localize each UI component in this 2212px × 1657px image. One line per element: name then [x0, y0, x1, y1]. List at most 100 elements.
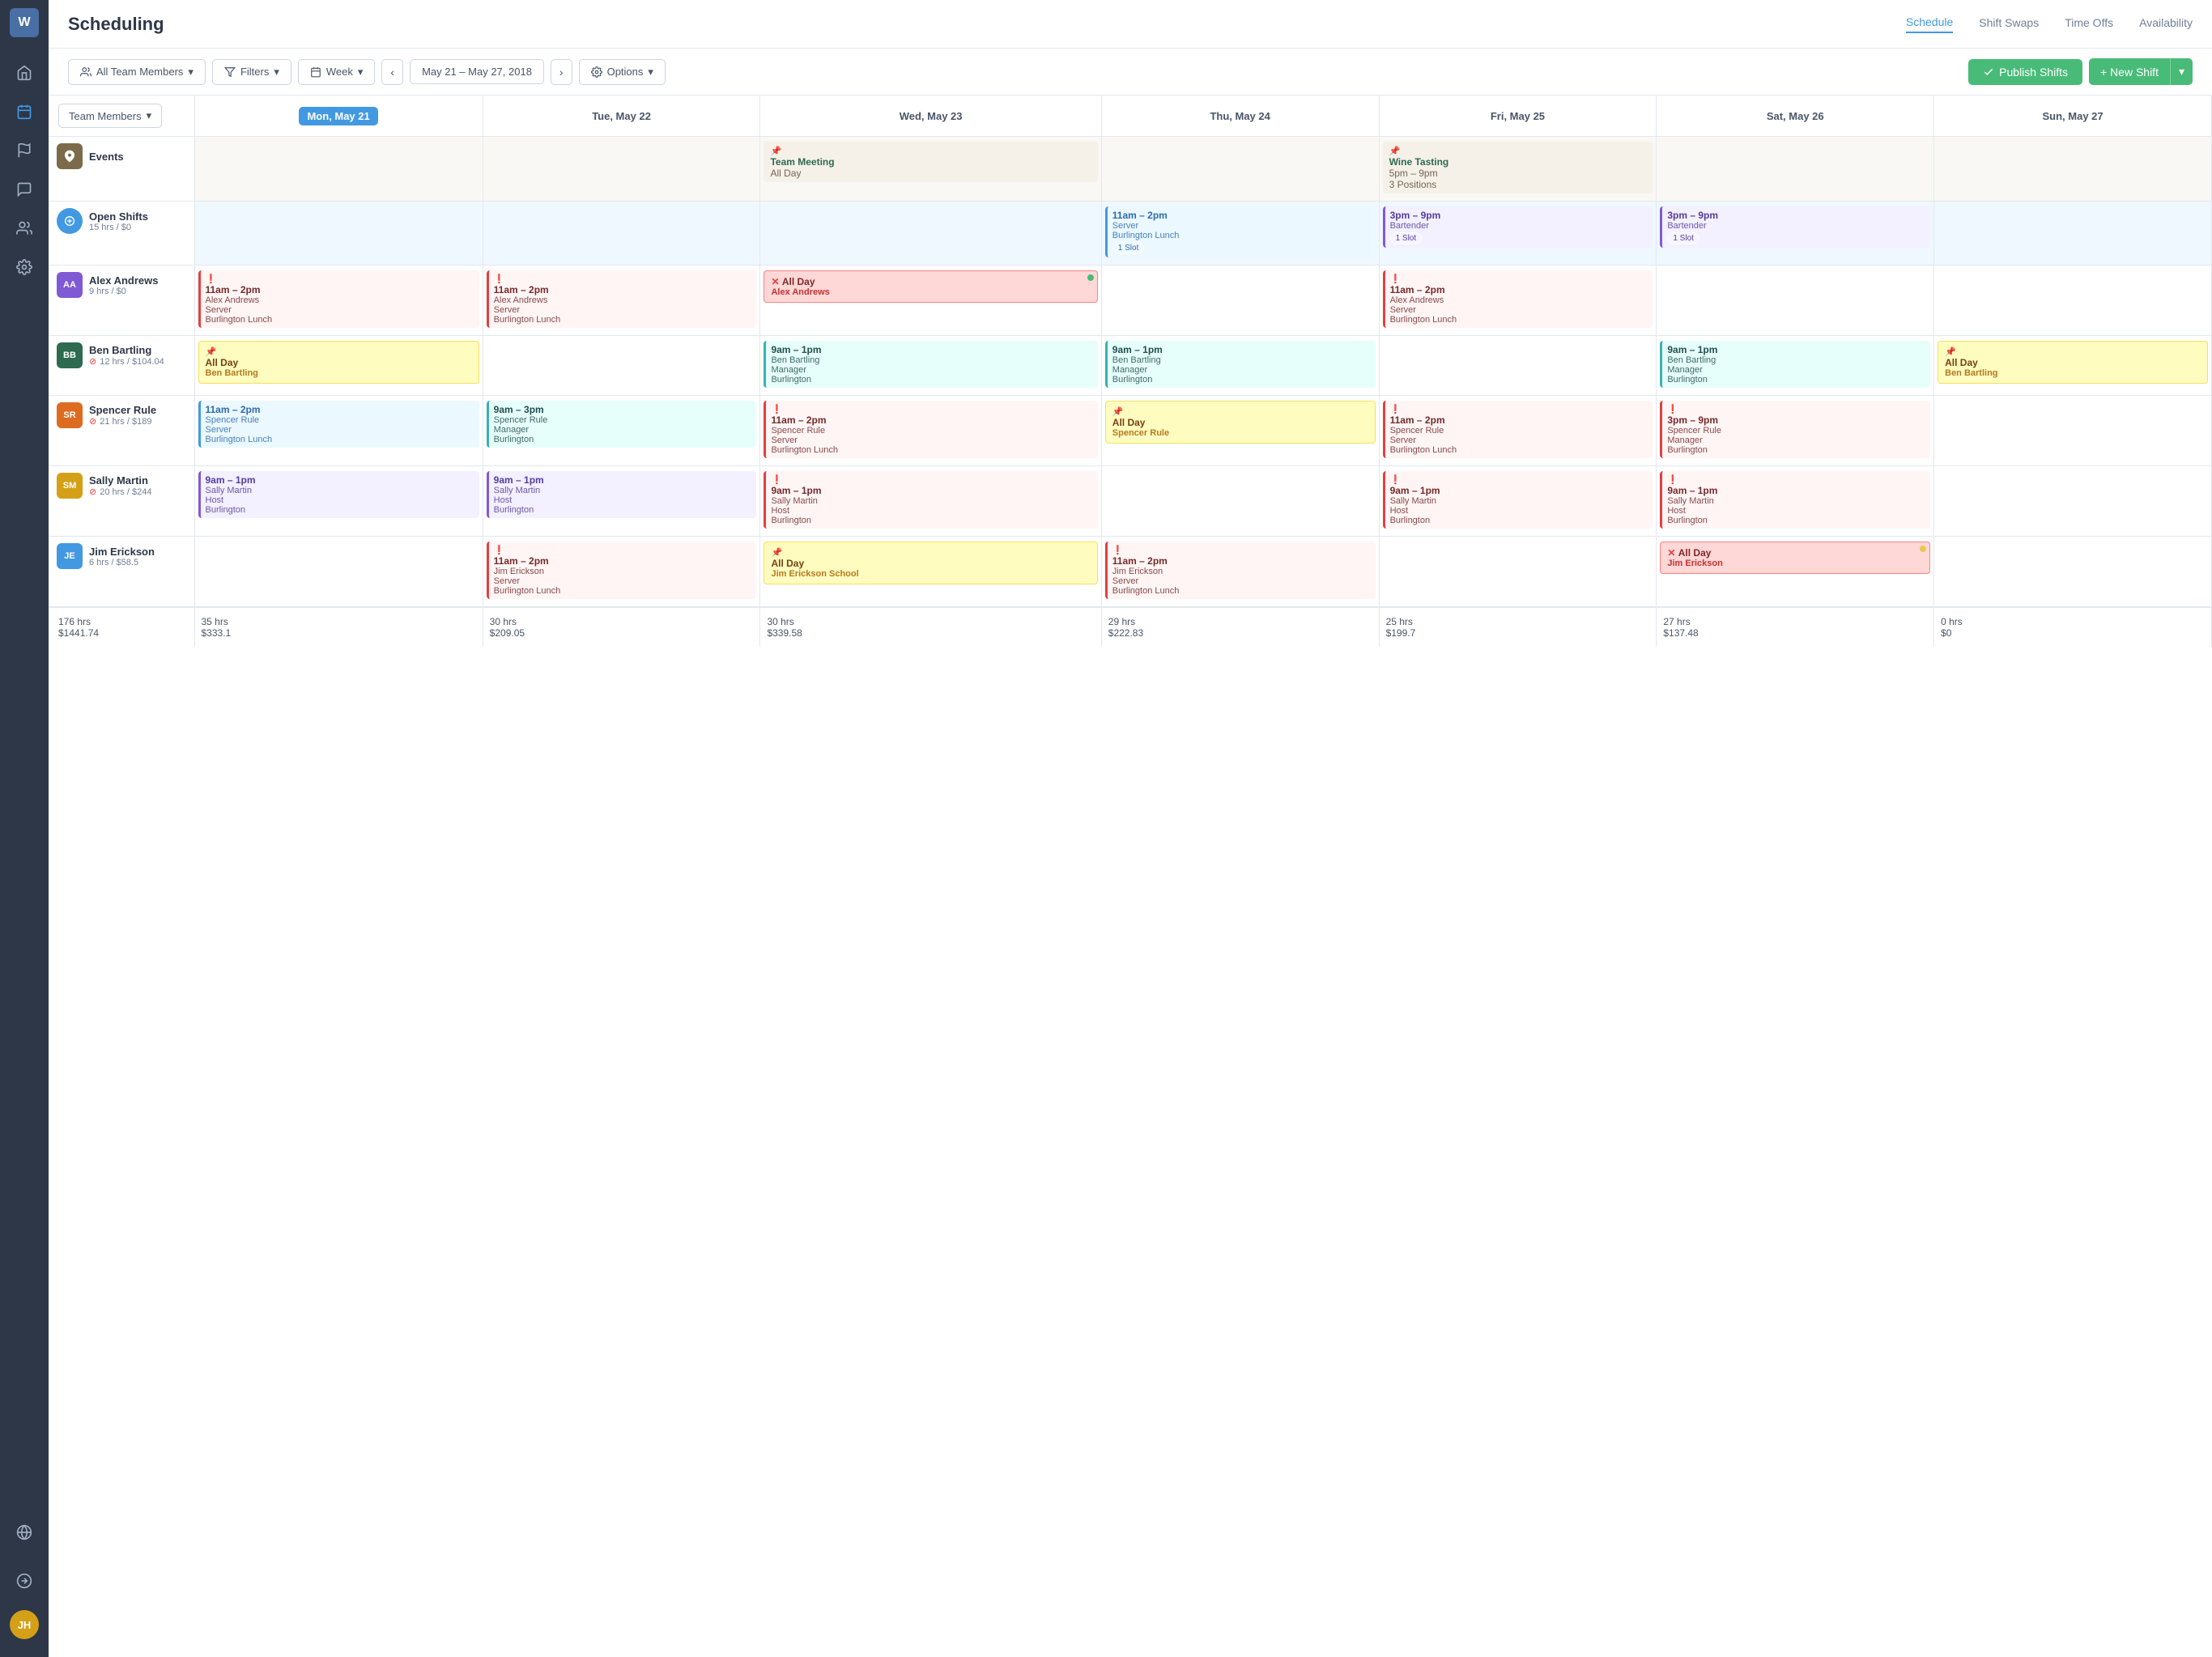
cell-sally-martin-fri[interactable]: ❗9am – 1pmSally MartinHostBurlington: [1379, 466, 1657, 537]
shift-event[interactable]: 9am – 1pmSally MartinHostBurlington: [487, 471, 757, 518]
shift-event[interactable]: 9am – 1pmBen BartlingManagerBurlington: [764, 341, 1097, 388]
cell-jim-erickson-mon[interactable]: [194, 537, 483, 608]
publish-shifts-button[interactable]: Publish Shifts: [1968, 59, 2082, 85]
cell-ben-bartling-wed[interactable]: 9am – 1pmBen BartlingManagerBurlington: [760, 336, 1101, 396]
cell-spencer-rule-fri[interactable]: ❗11am – 2pmSpencer RuleServerBurlington …: [1379, 396, 1657, 466]
cell-sally-martin-mon[interactable]: 9am – 1pmSally MartinHostBurlington: [194, 466, 483, 537]
shift-event[interactable]: 📌 All DayBen Bartling: [1938, 341, 2208, 384]
sidebar-item-flag[interactable]: [8, 134, 40, 167]
new-shift-main[interactable]: + New Shift: [2089, 59, 2170, 85]
cell-spencer-rule-thu[interactable]: 📌 All DaySpencer Rule: [1101, 396, 1379, 466]
tab-schedule[interactable]: Schedule: [1906, 15, 1953, 33]
cell-events-fri[interactable]: 📌 Wine Tasting5pm – 9pm3 Positions: [1379, 137, 1657, 202]
shift-event[interactable]: 3pm – 9pmBartender1 Slot: [1660, 206, 1930, 248]
shift-event[interactable]: 11am – 2pmServerBurlington Lunch1 Slot: [1105, 206, 1376, 257]
sidebar-item-team[interactable]: [8, 212, 40, 244]
new-shift-dropdown[interactable]: ▾: [2170, 58, 2193, 85]
cell-events-sat[interactable]: [1657, 137, 1934, 202]
shift-event[interactable]: ✕ All DayJim Erickson: [1660, 542, 1930, 574]
shift-event[interactable]: 9am – 1pmBen BartlingManagerBurlington: [1660, 341, 1930, 388]
sidebar-item-settings[interactable]: [8, 251, 40, 283]
cell-spencer-rule-sat[interactable]: ❗3pm – 9pmSpencer RuleManagerBurlington: [1657, 396, 1934, 466]
shift-event[interactable]: ❗11am – 2pmAlex AndrewsServerBurlington …: [198, 270, 479, 328]
cell-ben-bartling-thu[interactable]: 9am – 1pmBen BartlingManagerBurlington: [1101, 336, 1379, 396]
tab-time-offs[interactable]: Time Offs: [2065, 16, 2113, 32]
tab-shift-swaps[interactable]: Shift Swaps: [1979, 16, 2039, 32]
cell-open-shifts-thu[interactable]: 11am – 2pmServerBurlington Lunch1 Slot: [1101, 202, 1379, 266]
cell-ben-bartling-mon[interactable]: 📌 All DayBen Bartling: [194, 336, 483, 396]
shift-event[interactable]: 📌 All DaySpencer Rule: [1105, 401, 1376, 444]
cell-jim-erickson-sun[interactable]: [1934, 537, 2212, 608]
prev-week-button[interactable]: ‹: [381, 59, 403, 85]
shift-event[interactable]: 📌 All DayBen Bartling: [198, 341, 479, 384]
team-members-sort[interactable]: Team Members ▾: [58, 104, 162, 128]
shift-event[interactable]: ❗11am – 2pmSpencer RuleServerBurlington …: [764, 401, 1097, 458]
shift-event[interactable]: ❗11am – 2pmAlex AndrewsServerBurlington …: [487, 270, 757, 328]
cell-events-wed[interactable]: 📌 Team MeetingAll Day: [760, 137, 1101, 202]
sidebar-item-chat[interactable]: [8, 173, 40, 206]
shift-event[interactable]: ❗11am – 2pmJim EricksonServerBurlington …: [1105, 542, 1376, 599]
cell-alex-andrews-thu[interactable]: [1101, 266, 1379, 336]
shift-event[interactable]: ❗9am – 1pmSally MartinHostBurlington: [1660, 471, 1930, 529]
sidebar-item-home[interactable]: [8, 57, 40, 89]
shift-event[interactable]: ❗3pm – 9pmSpencer RuleManagerBurlington: [1660, 401, 1930, 458]
shift-event[interactable]: 3pm – 9pmBartender1 Slot: [1383, 206, 1653, 248]
cell-alex-andrews-wed[interactable]: ✕ All DayAlex Andrews: [760, 266, 1101, 336]
cell-sally-martin-thu[interactable]: [1101, 466, 1379, 537]
cell-alex-andrews-sat[interactable]: [1657, 266, 1934, 336]
cell-events-mon[interactable]: [194, 137, 483, 202]
cell-open-shifts-wed[interactable]: [760, 202, 1101, 266]
shift-event[interactable]: ❗9am – 1pmSally MartinHostBurlington: [1383, 471, 1653, 529]
cell-jim-erickson-wed[interactable]: 📌 All DayJim Erickson School: [760, 537, 1101, 608]
week-selector[interactable]: Week ▾: [298, 59, 376, 85]
cell-jim-erickson-tue[interactable]: ❗11am – 2pmJim EricksonServerBurlington …: [483, 537, 760, 608]
cell-open-shifts-sun[interactable]: [1934, 202, 2212, 266]
cell-spencer-rule-sun[interactable]: [1934, 396, 2212, 466]
cell-events-thu[interactable]: [1101, 137, 1379, 202]
shift-event[interactable]: 📌 Team MeetingAll Day: [764, 142, 1097, 182]
cell-alex-andrews-fri[interactable]: ❗11am – 2pmAlex AndrewsServerBurlington …: [1379, 266, 1657, 336]
shift-event[interactable]: ❗11am – 2pmJim EricksonServerBurlington …: [487, 542, 757, 599]
cell-open-shifts-mon[interactable]: [194, 202, 483, 266]
cell-alex-andrews-mon[interactable]: ❗11am – 2pmAlex AndrewsServerBurlington …: [194, 266, 483, 336]
cell-events-tue[interactable]: [483, 137, 760, 202]
shift-event[interactable]: ❗11am – 2pmAlex AndrewsServerBurlington …: [1383, 270, 1653, 328]
cell-ben-bartling-tue[interactable]: [483, 336, 760, 396]
sidebar-item-scheduling[interactable]: [8, 96, 40, 128]
cell-jim-erickson-sat[interactable]: ✕ All DayJim Erickson: [1657, 537, 1934, 608]
options-button[interactable]: Options ▾: [579, 59, 666, 85]
shift-event[interactable]: 11am – 2pmSpencer RuleServerBurlington L…: [198, 401, 479, 448]
cell-sally-martin-sat[interactable]: ❗9am – 1pmSally MartinHostBurlington: [1657, 466, 1934, 537]
cell-sally-martin-sun[interactable]: [1934, 466, 2212, 537]
row-header-cell[interactable]: Team Members ▾: [49, 96, 194, 137]
team-members-filter[interactable]: All Team Members ▾: [68, 59, 206, 85]
shift-event[interactable]: 9am – 1pmBen BartlingManagerBurlington: [1105, 341, 1376, 388]
user-avatar[interactable]: JH: [10, 1610, 39, 1639]
shift-event[interactable]: 9am – 1pmSally MartinHostBurlington: [198, 471, 479, 518]
cell-alex-andrews-sun[interactable]: [1934, 266, 2212, 336]
shift-event[interactable]: ❗11am – 2pmSpencer RuleServerBurlington …: [1383, 401, 1653, 458]
cell-ben-bartling-sun[interactable]: 📌 All DayBen Bartling: [1934, 336, 2212, 396]
cell-ben-bartling-fri[interactable]: [1379, 336, 1657, 396]
shift-event[interactable]: 📌 Wine Tasting5pm – 9pm3 Positions: [1383, 142, 1653, 193]
next-week-button[interactable]: ›: [551, 59, 572, 85]
shift-event[interactable]: 9am – 3pmSpencer RuleManagerBurlington: [487, 401, 757, 448]
cell-sally-martin-wed[interactable]: ❗9am – 1pmSally MartinHostBurlington: [760, 466, 1101, 537]
cell-open-shifts-sat[interactable]: 3pm – 9pmBartender1 Slot: [1657, 202, 1934, 266]
tab-availability[interactable]: Availability: [2139, 16, 2193, 32]
sidebar-item-arrow[interactable]: [8, 1565, 40, 1597]
shift-event[interactable]: ❗9am – 1pmSally MartinHostBurlington: [764, 471, 1097, 529]
cell-jim-erickson-thu[interactable]: ❗11am – 2pmJim EricksonServerBurlington …: [1101, 537, 1379, 608]
cell-open-shifts-tue[interactable]: [483, 202, 760, 266]
cell-spencer-rule-tue[interactable]: 9am – 3pmSpencer RuleManagerBurlington: [483, 396, 760, 466]
cell-ben-bartling-sat[interactable]: 9am – 1pmBen BartlingManagerBurlington: [1657, 336, 1934, 396]
sidebar-item-globe[interactable]: [8, 1516, 40, 1549]
cell-alex-andrews-tue[interactable]: ❗11am – 2pmAlex AndrewsServerBurlington …: [483, 266, 760, 336]
cell-sally-martin-tue[interactable]: 9am – 1pmSally MartinHostBurlington: [483, 466, 760, 537]
shift-event[interactable]: ✕ All DayAlex Andrews: [764, 270, 1097, 303]
app-logo[interactable]: W: [10, 8, 39, 37]
cell-events-sun[interactable]: [1934, 137, 2212, 202]
cell-jim-erickson-fri[interactable]: [1379, 537, 1657, 608]
filters-button[interactable]: Filters ▾: [212, 59, 291, 85]
cell-spencer-rule-mon[interactable]: 11am – 2pmSpencer RuleServerBurlington L…: [194, 396, 483, 466]
